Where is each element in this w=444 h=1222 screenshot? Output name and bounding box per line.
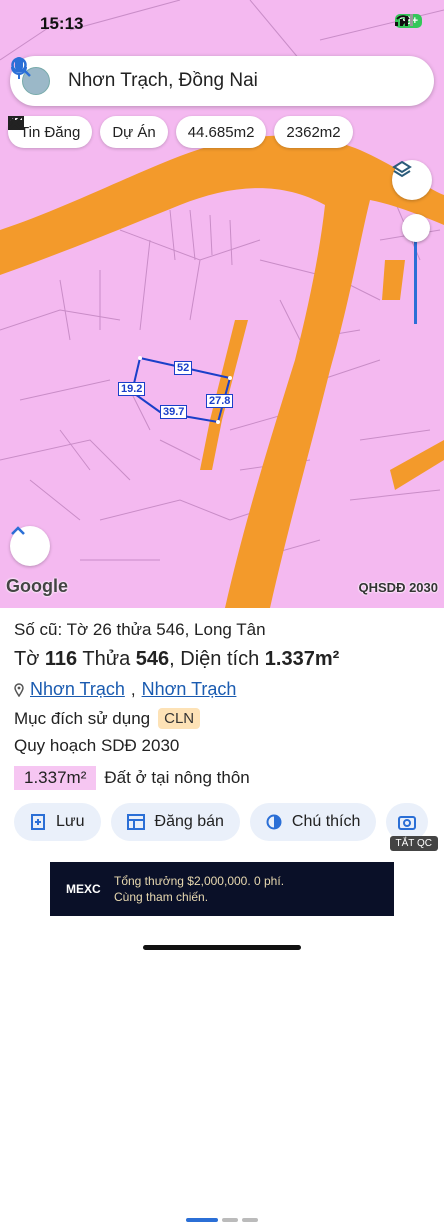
- purpose-label: Mục đích sử dụng: [14, 708, 151, 728]
- ad-brand-logo: MEXC: [66, 882, 101, 896]
- sheet-pager[interactable]: [186, 1218, 258, 1222]
- chevron-up-icon: [11, 526, 25, 535]
- chip-label: 44.685m2: [187, 123, 255, 141]
- chip-du-an[interactable]: Dự Án: [9, 116, 168, 148]
- wifi-icon: [396, 15, 411, 25]
- location-pin-icon: [14, 682, 24, 697]
- post-sale-button[interactable]: Đăng bán: [110, 803, 240, 841]
- search-icon[interactable]: [11, 57, 380, 94]
- add-note-icon: [31, 814, 45, 830]
- status-bar: 15:13 68+: [0, 0, 444, 48]
- map-view[interactable]: 52 19.2 39.7 27.8 15:13 68+ Nhơn Trạch, …: [0, 0, 444, 608]
- layers-button[interactable]: [392, 160, 432, 200]
- ad-banner[interactable]: MEXC Tổng thưởng $2,000,000. 0 phí. Cùng…: [50, 862, 394, 916]
- dimension-bottom-label: 39.7: [160, 405, 188, 419]
- google-logo: Google: [6, 576, 68, 596]
- plan-area-row: 1.337m² Đất ở tại nông thôn: [14, 766, 250, 790]
- chip-label: Dự Án: [112, 123, 156, 141]
- camera-icon: [398, 816, 417, 830]
- old-parcel-info: Số cũ: Tờ 26 thửa 546, Long Tân: [14, 620, 266, 639]
- ward-link[interactable]: Nhơn Trạch: [142, 679, 237, 700]
- parcel-info-sheet: Số cũ: Tờ 26 thửa 546, Long Tân Tờ 116 T…: [0, 608, 444, 1222]
- filter-chips: Tin Đăng Dự Án 44.685m2 2362m2: [8, 116, 353, 148]
- ad-line-2: Cùng tham chiến.: [114, 890, 209, 904]
- calculator-icon: [126, 814, 145, 830]
- opacity-slider-thumb[interactable]: [402, 214, 430, 242]
- action-buttons: Lưu Đăng bán Chú thích: [14, 803, 429, 841]
- sheet-number: 116: [44, 648, 78, 670]
- search-input[interactable]: Nhơn Trạch, Đồng Nai: [68, 70, 354, 92]
- plan-area-chip: 1.337m²: [14, 766, 97, 790]
- area-label: , Diện tích: [169, 648, 260, 670]
- contrast-icon: [266, 814, 282, 830]
- parcel-number: 546: [135, 648, 170, 670]
- layers-icon: [392, 160, 412, 178]
- search-bar[interactable]: Nhơn Trạch, Đồng Nai: [10, 56, 434, 106]
- area-icon: [8, 116, 22, 130]
- save-label: Lưu: [56, 813, 85, 830]
- map-layer-label: QHSDĐ 2030: [358, 580, 438, 595]
- plan-title: Quy hoạch SDĐ 2030: [14, 736, 180, 755]
- plan-description: Đất ở tại nông thôn: [104, 768, 250, 787]
- status-time: 15:13: [40, 14, 84, 33]
- legend-button[interactable]: Chú thích: [249, 803, 377, 841]
- ad-line-1: Tổng thưởng $2,000,000. 0 phí.: [114, 874, 285, 888]
- land-purpose-row: Mục đích sử dụng CLN: [14, 708, 201, 729]
- dimension-top-label: 52: [174, 361, 193, 375]
- hide-ads-button[interactable]: TẮT QC: [389, 836, 438, 851]
- expand-up-button[interactable]: [10, 526, 50, 566]
- area-value: 1.337m²: [264, 648, 340, 670]
- location-separator: ,: [130, 679, 136, 699]
- purpose-code-badge: CLN: [158, 708, 201, 729]
- microphone-icon[interactable]: [11, 57, 420, 94]
- home-indicator[interactable]: [143, 945, 301, 950]
- dimension-left-label: 19.2: [118, 382, 146, 396]
- save-button[interactable]: Lưu: [14, 803, 101, 841]
- chip-area-2[interactable]: 2362m2: [8, 116, 353, 148]
- parcel-label: Thửa: [82, 648, 131, 670]
- opacity-slider-track[interactable]: [414, 228, 417, 324]
- chip-area-1[interactable]: 44.685m2: [8, 116, 267, 148]
- chip-label: 2362m2: [286, 123, 341, 141]
- location-row: Nhơn Trạch, Nhơn Trạch: [14, 679, 236, 700]
- sheet-label: Tờ: [14, 648, 40, 670]
- dimension-right-label: 27.8: [206, 394, 234, 408]
- post-sale-label: Đăng bán: [154, 813, 224, 830]
- chip-label: Tin Đăng: [20, 123, 81, 141]
- parcel-title: Tờ 116 Thửa 546, Diện tích 1.337m²: [14, 648, 339, 671]
- legend-label: Chú thích: [291, 813, 361, 830]
- district-link[interactable]: Nhơn Trạch: [30, 679, 125, 700]
